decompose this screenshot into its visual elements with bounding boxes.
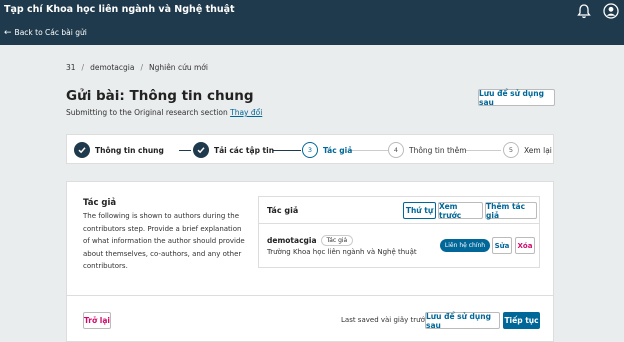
page-subtitle: Submitting to the Original research sect… <box>66 108 262 117</box>
step-additional-info[interactable]: 4 Thông tin thêm <box>388 142 467 158</box>
add-author-button[interactable]: Thêm tác giả <box>485 202 537 220</box>
author-name-text: demotacgia <box>267 236 317 245</box>
checkmark-icon <box>74 142 90 158</box>
step-label: Thông tin chung <box>95 145 164 155</box>
back-to-submissions-link[interactable]: ← Back to Các bài gửi <box>4 28 87 37</box>
progress-steps: Thông tin chung Tải các tập tin 3 Tác gi… <box>66 134 554 164</box>
step-label: Tải các tập tin <box>214 145 275 155</box>
bell-icon[interactable] <box>577 3 591 19</box>
change-section-link[interactable]: Thay đổi <box>230 108 262 117</box>
authors-step-card: Tác giả The following is shown to author… <box>66 181 554 342</box>
breadcrumb-item[interactable]: demotacgia <box>90 63 134 72</box>
breadcrumb-item: Nghiên cứu mới <box>148 63 208 72</box>
section-description: The following is shown to authors during… <box>83 212 245 270</box>
last-saved-status: Last saved vài giây trước <box>341 316 429 324</box>
section-title: Tác giả <box>83 198 117 208</box>
step-connector <box>465 150 501 151</box>
divider <box>67 295 553 296</box>
checkmark-icon <box>193 142 209 158</box>
authors-panel: Tác giả Thứ tự Xem trước Thêm tác giả de… <box>258 196 540 268</box>
site-title[interactable]: Tạp chí Khoa học liên ngành và Nghệ thuậ… <box>4 4 235 15</box>
back-link-label: Back to Các bài gửi <box>14 28 87 37</box>
breadcrumb-item[interactable]: 31 <box>66 63 76 72</box>
step-review[interactable]: 5 Xem lại <box>503 142 552 158</box>
authors-panel-header: Tác giả Thứ tự Xem trước Thêm tác giả <box>259 197 539 224</box>
delete-author-button[interactable]: Xóa <box>515 237 535 254</box>
top-navbar: Tạp chí Khoa học liên ngành và Nghệ thuậ… <box>0 0 624 24</box>
step-connector <box>350 150 388 151</box>
back-button[interactable]: Trở lại <box>83 312 111 329</box>
save-for-later-button[interactable]: Lưu để sử dụng sau <box>425 312 500 330</box>
step-connector <box>179 150 191 151</box>
step-connector <box>273 150 301 151</box>
breadcrumb: 31 / demotacgia / Nghiên cứu mới <box>66 63 208 72</box>
author-name: demotacgia Tác giả <box>267 235 354 246</box>
continue-button[interactable]: Tiếp tục <box>503 312 540 329</box>
step-upload-files[interactable]: Tải các tập tin <box>193 142 274 158</box>
step-label: Thông tin thêm <box>409 145 467 155</box>
save-for-later-button[interactable]: Lưu để sử dụng sau <box>478 89 555 107</box>
author-affiliation: Trường Khoa học liên ngành và Nghệ thuật <box>267 248 417 256</box>
step-number: 3 <box>302 142 318 158</box>
preview-button[interactable]: Xem trước <box>438 202 483 220</box>
role-tag: Tác giả <box>320 235 354 246</box>
edit-author-button[interactable]: Sửa <box>492 237 512 254</box>
authors-panel-title: Tác giả <box>267 206 299 215</box>
primary-contact-badge: Liên hệ chính <box>440 239 490 252</box>
step-authors[interactable]: 3 Tác giả <box>302 142 352 158</box>
order-button[interactable]: Thứ tự <box>403 202 436 219</box>
step-number: 5 <box>503 142 519 158</box>
breadcrumb-separator: / <box>81 63 85 72</box>
step-label: Xem lại <box>524 145 552 155</box>
section-text: Submitting to the Original research sect… <box>66 108 228 117</box>
user-icon[interactable] <box>603 3 619 19</box>
step-label: Tác giả <box>323 145 353 155</box>
step-number: 4 <box>388 142 404 158</box>
step-general-info[interactable]: Thông tin chung <box>74 142 164 158</box>
sub-navbar: ← Back to Các bài gửi <box>0 24 624 45</box>
arrow-left-icon: ← <box>4 27 12 38</box>
breadcrumb-separator: / <box>140 63 143 72</box>
page-title: Gửi bài: Thông tin chung <box>66 88 254 104</box>
